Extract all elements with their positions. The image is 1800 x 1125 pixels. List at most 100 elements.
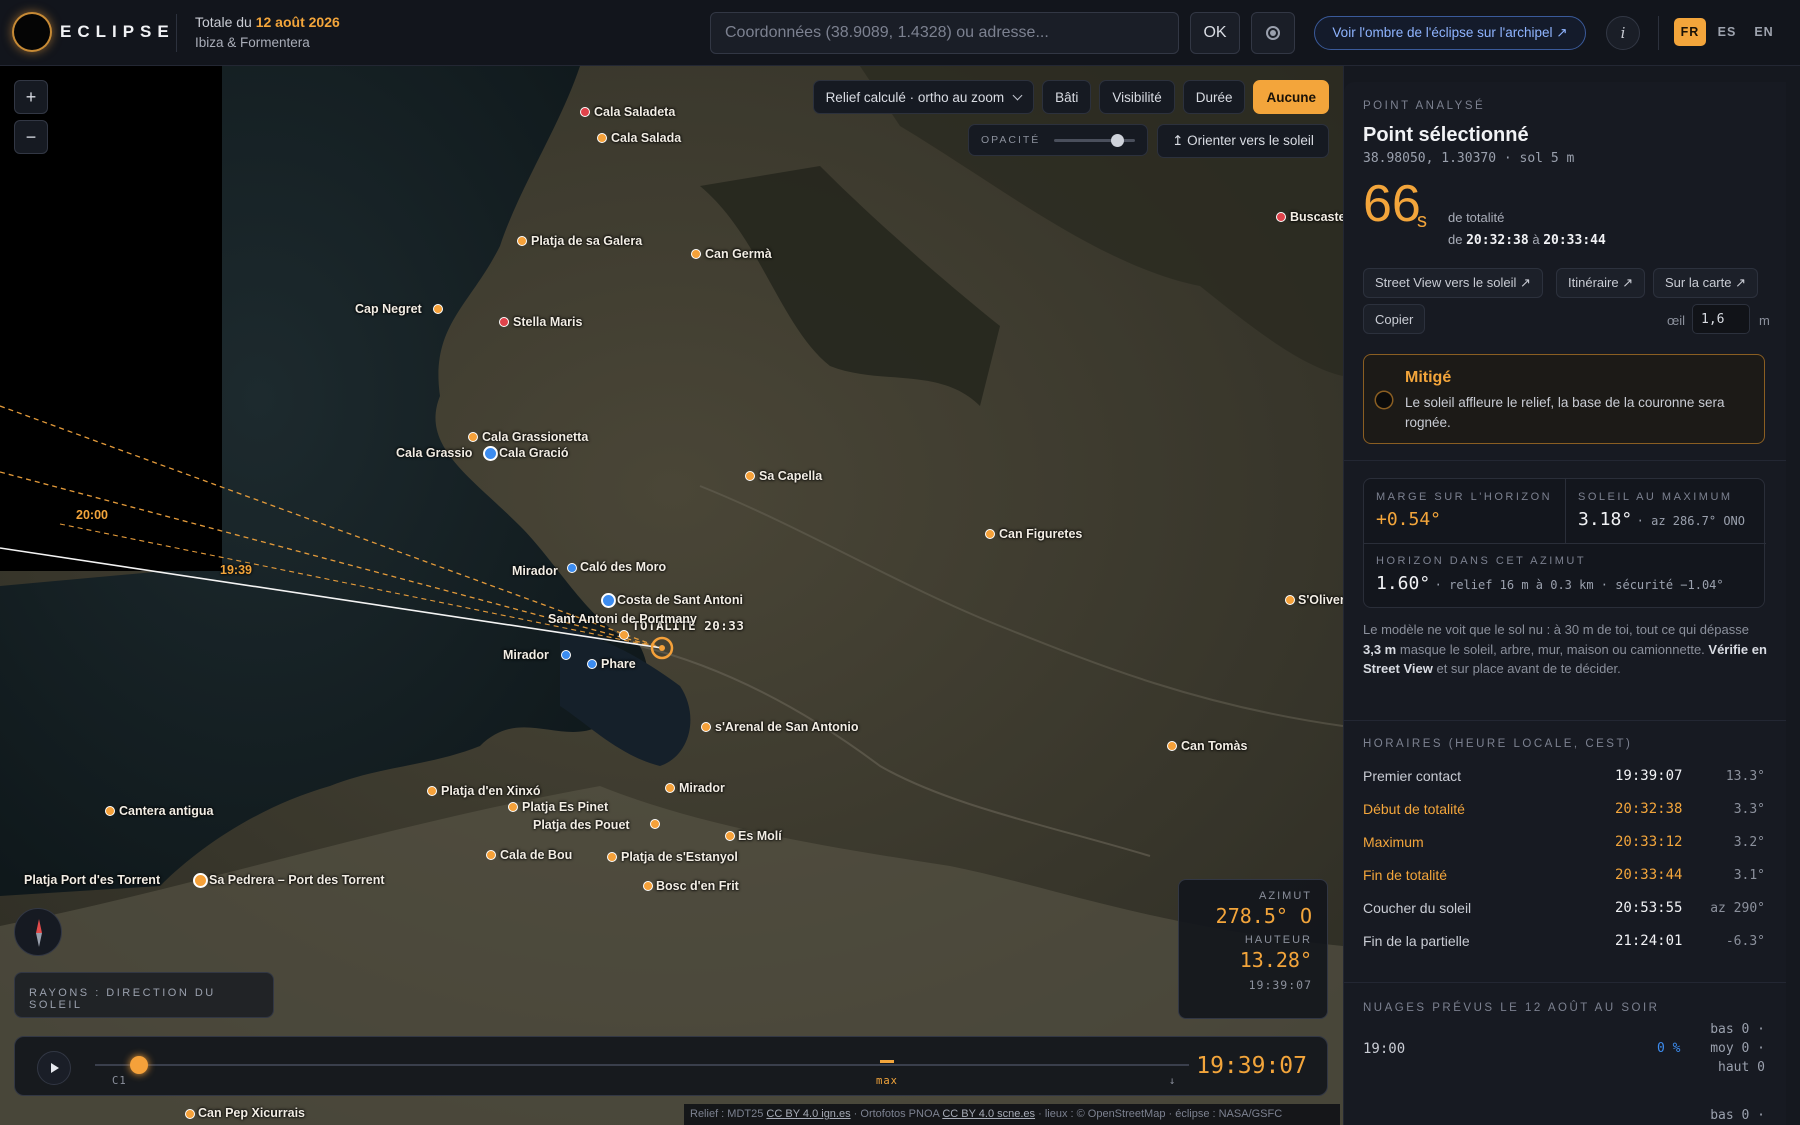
layer-aucune-button[interactable]: Aucune <box>1253 80 1329 114</box>
range-end: 20:33:44 <box>1543 233 1606 248</box>
note-text: Le modèle ne voit que le sol nu : à 30 m… <box>1363 622 1749 637</box>
place-marker[interactable] <box>745 471 755 481</box>
verdict-title: Mitigé <box>1405 369 1452 386</box>
lang-en-button[interactable]: EN <box>1748 18 1780 46</box>
place-marker[interactable] <box>561 650 571 660</box>
place-label: Can Figuretes <box>999 527 1083 541</box>
place-marker[interactable] <box>105 806 115 816</box>
satellite-map[interactable]: 20:00 19:39 TOTALITÉ 20:33 Cala Saladeta… <box>0 66 1343 1125</box>
zoom-out-button[interactable]: − <box>14 120 48 154</box>
chevron-down-icon <box>1012 90 1023 100</box>
place-marker[interactable] <box>665 783 675 793</box>
itineraire-button[interactable]: Itinéraire ↗ <box>1556 268 1646 298</box>
range-start: 20:32:38 <box>1466 233 1529 248</box>
time-slider-track[interactable] <box>95 1064 1189 1066</box>
place-marker[interactable] <box>185 1109 195 1119</box>
place-marker[interactable] <box>701 722 711 732</box>
tick-c1: C1 <box>112 1075 127 1087</box>
divider <box>1565 479 1566 543</box>
place-marker[interactable] <box>607 852 617 862</box>
ray-label-1939: 19:39 <box>220 563 252 577</box>
place-label: Mirador <box>679 781 725 795</box>
place-marker[interactable] <box>193 873 208 888</box>
zoom-in-button[interactable]: + <box>14 80 48 114</box>
altitude-label: HAUTEUR <box>1244 934 1312 946</box>
place-label: Can Pep Xicurrais <box>198 1106 305 1120</box>
layer-duree-button[interactable]: Durée <box>1182 80 1246 114</box>
play-button[interactable] <box>37 1051 71 1085</box>
eclipse-logo-icon <box>14 14 50 50</box>
schedule-event: Premier contact <box>1363 768 1462 784</box>
place-marker[interactable] <box>567 563 577 573</box>
coordinates-search-input[interactable] <box>710 12 1179 54</box>
attribution-link-scne[interactable]: CC BY 4.0 scne.es <box>942 1108 1035 1120</box>
cloud-low: bas 0 · <box>1710 1022 1765 1037</box>
layer-bati-button[interactable]: Bâti <box>1042 80 1092 114</box>
place-marker[interactable] <box>587 659 597 669</box>
eclipse-date: Totale du 12 août 2026 <box>195 14 340 30</box>
archipel-shadow-link[interactable]: Voir l'ombre de l'éclipse sur l'archipel… <box>1314 16 1586 50</box>
place-label: Can Tomàs <box>1181 739 1248 753</box>
place-marker[interactable] <box>483 446 498 461</box>
lang-fr-button[interactable]: FR <box>1674 18 1706 46</box>
place-marker[interactable] <box>1285 595 1295 605</box>
place-marker[interactable] <box>508 802 518 812</box>
layer-visibilite-button[interactable]: Visibilité <box>1099 80 1175 114</box>
place-label: Sa Pedrera – Port des Torrent <box>209 873 385 887</box>
schedule-event: Fin de totalité <box>1363 867 1448 883</box>
place-marker[interactable] <box>597 133 607 143</box>
place-label: Platja de s'Estanyol <box>621 850 738 864</box>
place-marker[interactable] <box>1276 212 1286 222</box>
opacity-slider-thumb[interactable] <box>1111 133 1125 147</box>
place-label: Sant Antoni de Portmany <box>548 612 697 626</box>
relief-mode-select[interactable]: Relief calculé · ortho au zoom <box>812 80 1035 114</box>
compass-button[interactable] <box>14 908 62 956</box>
place-marker[interactable] <box>650 819 660 829</box>
place-marker[interactable] <box>985 529 995 539</box>
street-view-button[interactable]: Street View vers le soleil ↗ <box>1363 268 1543 298</box>
place-label: s'Arenal de San Antonio <box>715 720 859 734</box>
divider <box>1344 982 1786 983</box>
place-marker[interactable] <box>486 850 496 860</box>
opacity-label: OPACITÉ <box>981 134 1041 146</box>
orient-to-sun-button[interactable]: ↥ Orienter vers le soleil <box>1157 124 1329 158</box>
eclipse-status-icon <box>1376 392 1392 408</box>
sun-max-detail: · az 286.7° ONO <box>1636 514 1746 528</box>
opacity-slider[interactable] <box>1054 133 1135 147</box>
place-marker[interactable] <box>691 249 701 259</box>
copy-button[interactable]: Copier <box>1363 304 1426 334</box>
place-marker[interactable] <box>427 786 437 796</box>
schedule-time: 20:33:44 <box>1615 867 1683 883</box>
time-slider-panel: C1 max ↓ 19:39:07 <box>14 1036 1328 1096</box>
sun-max-value: 3.18° <box>1578 509 1633 530</box>
place-marker[interactable] <box>580 107 590 117</box>
readout-time: 19:39:07 <box>1248 978 1312 992</box>
schedule-event: Fin de la partielle <box>1363 933 1470 949</box>
eye-height-label: œil <box>1667 313 1686 328</box>
place-marker[interactable] <box>725 831 735 841</box>
brand-name: ECLIPSE <box>60 22 175 41</box>
place-marker[interactable] <box>468 432 478 442</box>
divider <box>1344 460 1786 461</box>
place-label: Cala Saladeta <box>594 105 676 119</box>
place-marker[interactable] <box>643 881 653 891</box>
place-marker[interactable] <box>601 593 616 608</box>
eye-height-input[interactable] <box>1692 304 1750 334</box>
place-marker[interactable] <box>619 630 629 640</box>
attribution-link-ign[interactable]: CC BY 4.0 ign.es <box>766 1108 850 1120</box>
time-slider-thumb[interactable] <box>130 1056 148 1074</box>
lang-es-button[interactable]: ES <box>1711 18 1743 46</box>
info-button[interactable]: i <box>1606 16 1640 50</box>
rays-legend: RAYONS : DIRECTION DU SOLEIL <box>14 972 274 1018</box>
place-marker[interactable] <box>517 236 527 246</box>
place-marker[interactable] <box>1167 741 1177 751</box>
place-marker[interactable] <box>433 304 443 314</box>
schedule-event: Maximum <box>1363 834 1424 850</box>
locate-me-button[interactable] <box>1251 12 1295 54</box>
place-label: Mirador <box>503 648 549 662</box>
place-label: Cala Grassio <box>396 446 473 460</box>
header-divider <box>176 14 177 52</box>
place-marker[interactable] <box>499 317 509 327</box>
search-ok-button[interactable]: OK <box>1190 12 1240 54</box>
sur-la-carte-button[interactable]: Sur la carte ↗ <box>1653 268 1758 298</box>
